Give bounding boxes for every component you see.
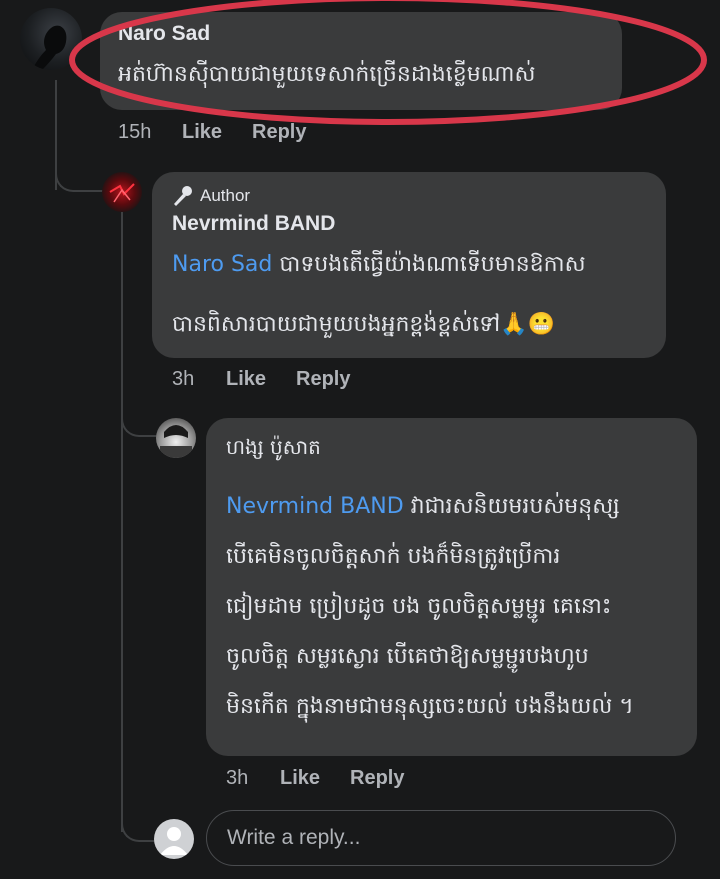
like-button[interactable]: Like [182,121,222,144]
comment-line: វាជារសនិយមរបស់មនុស្ស [403,494,620,519]
band-logo-icon [109,183,135,203]
thread-line-sub-curve2 [121,810,157,842]
avatar-commenter[interactable] [156,418,196,458]
comment-line: ជៀមដាម ប្រៀបដូច បង ចូលចិត្តសម្លម្ជូរ គេន… [226,594,612,619]
comment-line: បើគេមិនចូលចិត្តសាក់ បងក៏មិនត្រូវប្រើការ [226,544,561,569]
thread-line-sub [121,212,125,832]
comment-author[interactable]: Nevrmind BAND [172,212,335,236]
reply-button[interactable]: Reply [350,767,404,790]
comment-author[interactable]: ហង្ស ប៉ូសាត [226,434,321,464]
reply-button[interactable]: Reply [252,121,306,144]
comment-time[interactable]: 15h [118,121,151,144]
author-badge: Author [172,185,250,207]
person-photo-icon [160,425,192,458]
thread-line-main-curve [55,160,105,192]
mention-link[interactable]: Naro Sad [172,252,272,277]
reply-button[interactable]: Reply [296,368,350,391]
comment-text: Naro Sad បាទបងតើធ្វើយ៉ាងណាទើបមានឱកាស បាន… [172,242,586,348]
comment-line: បាទបងតើធ្វើយ៉ាងណាទើបមានឱកាស [279,252,586,277]
comment-line: ចូលចិត្ត សម្លរស្ងោរ បើគេថាឱ្យសម្លម្ជូរបង… [226,644,589,669]
comment-line: មិនកើត ក្នុងនាមជាមនុស្សចេះយល់ បងនឹងយល់ ។ [226,694,634,719]
comment-bubble-commenter: ហង្ស ប៉ូសាត Nevrmind BAND វាជារសនិយមរបស់… [206,418,697,756]
comment-time[interactable]: 3h [172,368,194,391]
thread-line-sub-curve1 [121,405,157,437]
comment-time[interactable]: 3h [226,767,248,790]
reply-input[interactable] [206,810,676,866]
default-user-icon [160,827,188,855]
author-badge-label: Author [200,186,251,205]
mention-link[interactable]: Nevrmind BAND [226,494,404,519]
like-button[interactable]: Like [280,767,320,790]
microphone-icon [174,186,192,206]
avatar-nevrmind-band[interactable] [102,172,142,212]
comment-text: Nevrmind BAND វាជារសនិយមរបស់មនុស្ស បើគេម… [226,482,634,732]
comment-bubble-nevrmind: Author Nevrmind BAND Naro Sad បាទបងតើធ្វ… [152,172,666,358]
comment-line: បានពិសារបាយជាមួយបងអ្នកខ្ពង់ខ្ពស់ទៅ🙏😬 [172,312,555,337]
highlight-circle [69,0,707,125]
like-button[interactable]: Like [226,368,266,391]
current-user-avatar [154,819,194,859]
